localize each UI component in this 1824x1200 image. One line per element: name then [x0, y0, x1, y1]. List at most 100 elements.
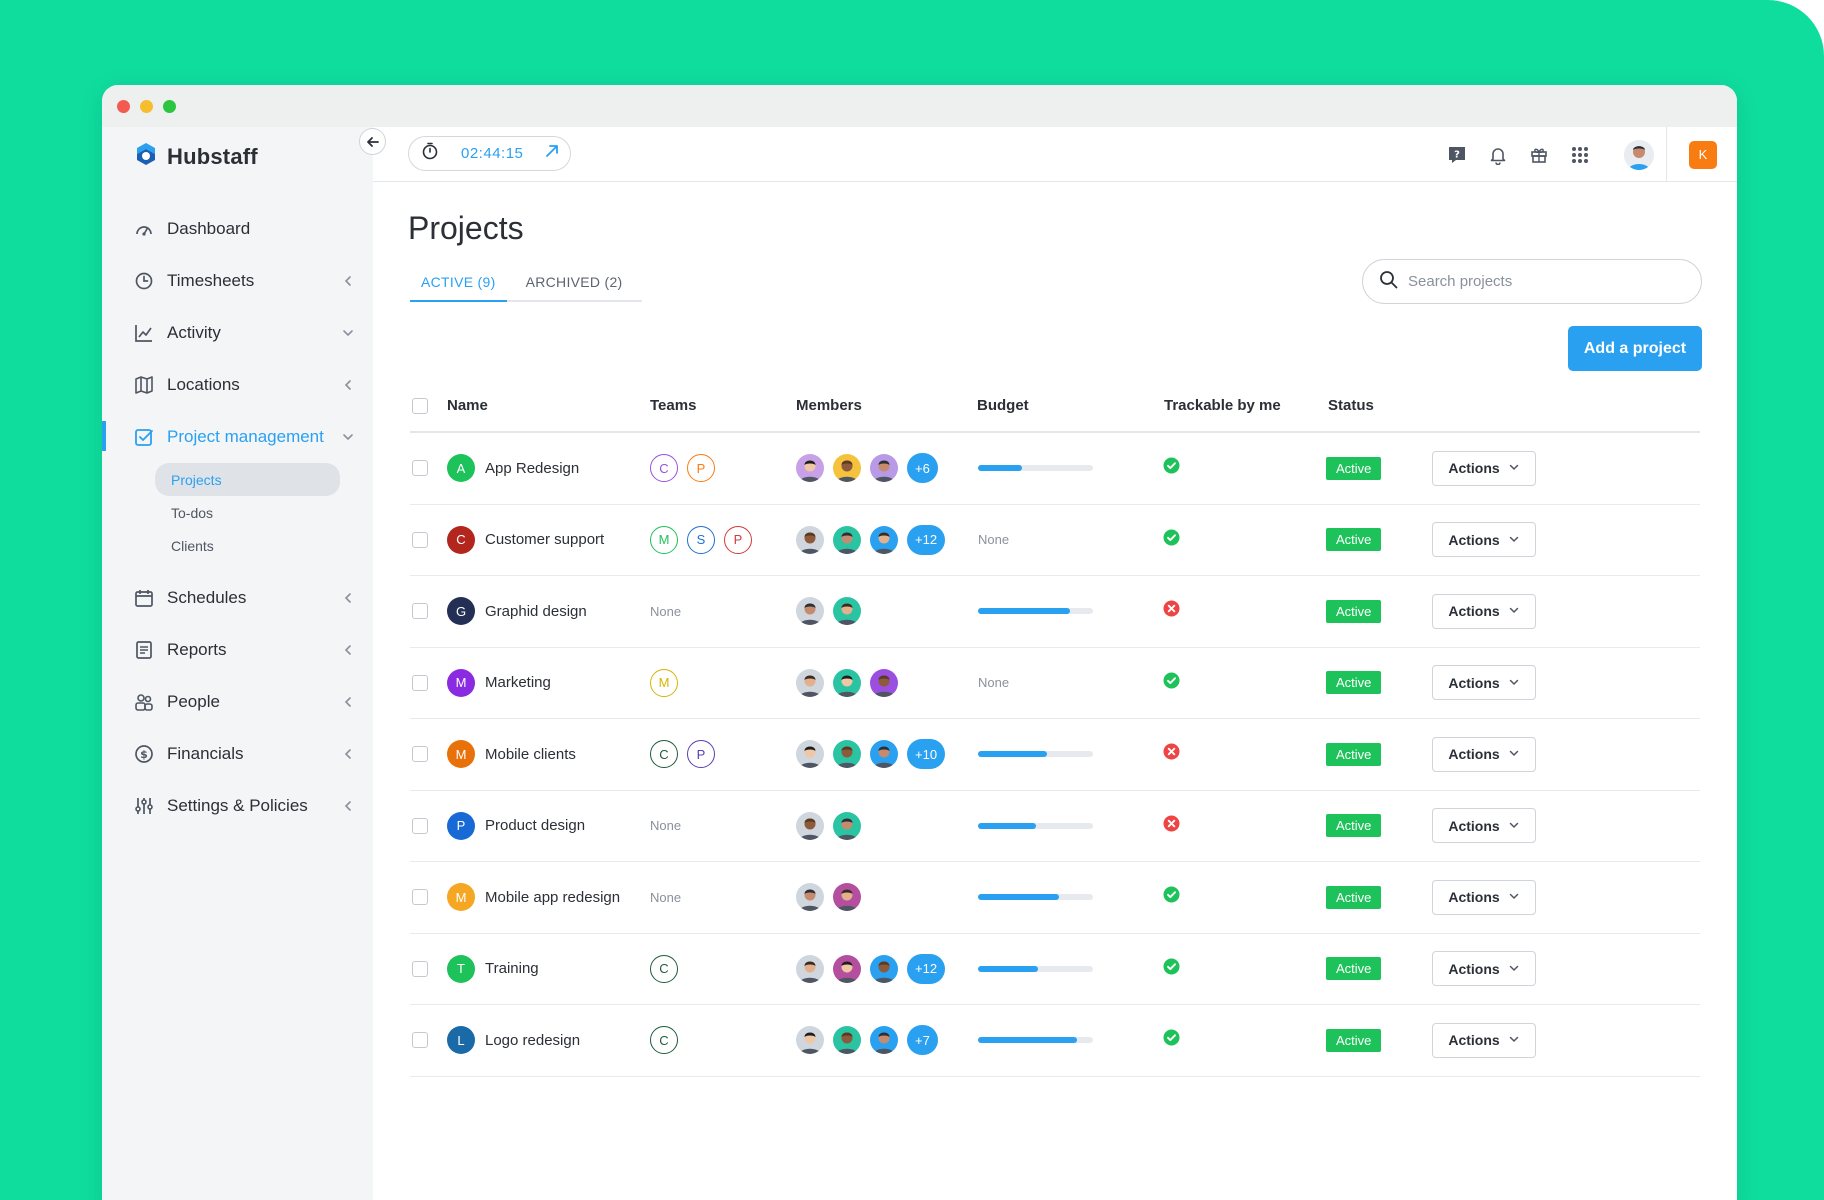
member-avatar[interactable]: [870, 668, 898, 697]
table-row[interactable]: C Customer support M S P +12 None Active Actions: [410, 505, 1700, 576]
column-budget[interactable]: Budget: [977, 397, 1029, 414]
member-avatar[interactable]: [796, 1026, 824, 1055]
minimize-window-dot[interactable]: [140, 100, 153, 113]
column-status[interactable]: Status: [1328, 397, 1374, 414]
organization-badge[interactable]: K: [1689, 140, 1717, 169]
member-avatar[interactable]: [833, 668, 861, 697]
project-name[interactable]: Mobile clients: [485, 746, 576, 763]
chevron-left-icon[interactable]: [341, 273, 355, 287]
help-icon[interactable]: ?: [1436, 134, 1477, 175]
member-avatar[interactable]: [796, 954, 824, 983]
more-members-chip[interactable]: +12: [907, 524, 946, 555]
close-window-dot[interactable]: [117, 100, 130, 113]
actions-dropdown-button[interactable]: Actions: [1432, 879, 1536, 915]
table-row[interactable]: M Mobile clients C P +10 Active Actions: [410, 719, 1700, 791]
project-name[interactable]: Training: [485, 960, 539, 977]
member-avatar[interactable]: [870, 1026, 898, 1055]
bell-icon[interactable]: [1477, 134, 1518, 175]
team-chip[interactable]: P: [687, 740, 715, 769]
gift-icon[interactable]: [1518, 134, 1559, 175]
search-input[interactable]: [1408, 273, 1678, 290]
project-name[interactable]: Customer support: [485, 531, 604, 548]
row-checkbox[interactable]: [412, 817, 428, 834]
actions-dropdown-button[interactable]: Actions: [1432, 593, 1536, 629]
search-box[interactable]: [1362, 259, 1702, 304]
row-checkbox[interactable]: [412, 746, 428, 763]
member-avatar[interactable]: [833, 954, 861, 983]
member-avatar[interactable]: [796, 668, 824, 697]
row-checkbox[interactable]: [412, 889, 428, 906]
project-name[interactable]: Marketing: [485, 674, 551, 691]
member-avatar[interactable]: [870, 954, 898, 983]
member-avatar[interactable]: [833, 454, 861, 483]
member-avatar[interactable]: [796, 740, 824, 769]
team-chip[interactable]: C: [650, 1026, 678, 1055]
member-avatar[interactable]: [833, 525, 861, 554]
chevron-left-icon[interactable]: [341, 694, 355, 708]
team-chip[interactable]: P: [724, 525, 752, 554]
column-name[interactable]: Name: [447, 397, 488, 414]
chevron-left-icon[interactable]: [341, 642, 355, 656]
chevron-left-icon[interactable]: [341, 798, 355, 812]
team-chip[interactable]: C: [650, 454, 678, 483]
sidebar-subitem-to-dos[interactable]: To-dos: [155, 496, 340, 529]
table-row[interactable]: G Graphid design None Active Actions: [410, 576, 1700, 648]
sidebar-subitem-clients[interactable]: Clients: [155, 529, 340, 562]
member-avatar[interactable]: [870, 525, 898, 554]
row-checkbox[interactable]: [412, 531, 428, 548]
member-avatar[interactable]: [796, 883, 824, 912]
apps-grid-icon[interactable]: [1559, 134, 1600, 175]
team-chip[interactable]: M: [650, 668, 678, 697]
row-checkbox[interactable]: [412, 960, 428, 977]
collapse-sidebar-button[interactable]: [359, 128, 386, 155]
sidebar-item-schedules[interactable]: Schedules: [102, 572, 373, 624]
sidebar-item-financials[interactable]: $ Financials: [102, 728, 373, 780]
tab-active[interactable]: ACTIVE (9): [410, 268, 507, 302]
actions-dropdown-button[interactable]: Actions: [1432, 808, 1536, 844]
project-name[interactable]: Product design: [485, 817, 585, 834]
member-avatar[interactable]: [833, 1026, 861, 1055]
member-avatar[interactable]: [870, 740, 898, 769]
chevron-left-icon[interactable]: [341, 590, 355, 604]
column-members[interactable]: Members: [796, 397, 862, 414]
member-avatar[interactable]: [833, 811, 861, 840]
chevron-left-icon[interactable]: [341, 377, 355, 391]
project-name[interactable]: Mobile app redesign: [485, 889, 620, 906]
member-avatar[interactable]: [833, 597, 861, 626]
sidebar-subitem-projects[interactable]: Projects: [155, 463, 340, 496]
table-row[interactable]: M Mobile app redesign None Active Actions: [410, 862, 1700, 934]
team-chip[interactable]: C: [650, 740, 678, 769]
member-avatar[interactable]: [796, 454, 824, 483]
chevron-left-icon[interactable]: [341, 746, 355, 760]
sidebar-item-locations[interactable]: Locations: [102, 359, 373, 411]
table-row[interactable]: M Marketing M None Active Actions: [410, 648, 1700, 719]
project-name[interactable]: Logo redesign: [485, 1032, 580, 1049]
app-logo[interactable]: Hubstaff: [133, 141, 258, 172]
member-avatar[interactable]: [796, 811, 824, 840]
project-name[interactable]: Graphid design: [485, 603, 587, 620]
actions-dropdown-button[interactable]: Actions: [1432, 736, 1536, 772]
more-members-chip[interactable]: +12: [907, 953, 946, 984]
select-all-checkbox[interactable]: [412, 398, 428, 414]
member-avatar[interactable]: [796, 597, 824, 626]
sidebar-item-people[interactable]: People: [102, 676, 373, 728]
row-checkbox[interactable]: [412, 674, 428, 691]
column-teams[interactable]: Teams: [650, 397, 696, 414]
maximize-window-dot[interactable]: [163, 100, 176, 113]
sidebar-item-timesheets[interactable]: Timesheets: [102, 255, 373, 307]
sidebar-item-activity[interactable]: Activity: [102, 307, 373, 359]
actions-dropdown-button[interactable]: Actions: [1432, 1022, 1536, 1058]
actions-dropdown-button[interactable]: Actions: [1432, 665, 1536, 701]
user-avatar[interactable]: [1624, 139, 1654, 170]
team-chip[interactable]: M: [650, 525, 678, 554]
table-row[interactable]: A App Redesign C P +6 Active Actions: [410, 433, 1700, 505]
sidebar-item-dashboard[interactable]: Dashboard: [102, 203, 373, 255]
member-avatar[interactable]: [833, 883, 861, 912]
actions-dropdown-button[interactable]: Actions: [1432, 450, 1536, 486]
more-members-chip[interactable]: +6: [907, 453, 938, 484]
timer-widget[interactable]: 02:44:15: [408, 136, 571, 171]
chevron-down-icon[interactable]: [341, 325, 355, 339]
add-project-button[interactable]: Add a project: [1568, 326, 1702, 371]
table-row[interactable]: L Logo redesign C +7 Active Actions: [410, 1005, 1700, 1077]
actions-dropdown-button[interactable]: Actions: [1432, 522, 1536, 558]
